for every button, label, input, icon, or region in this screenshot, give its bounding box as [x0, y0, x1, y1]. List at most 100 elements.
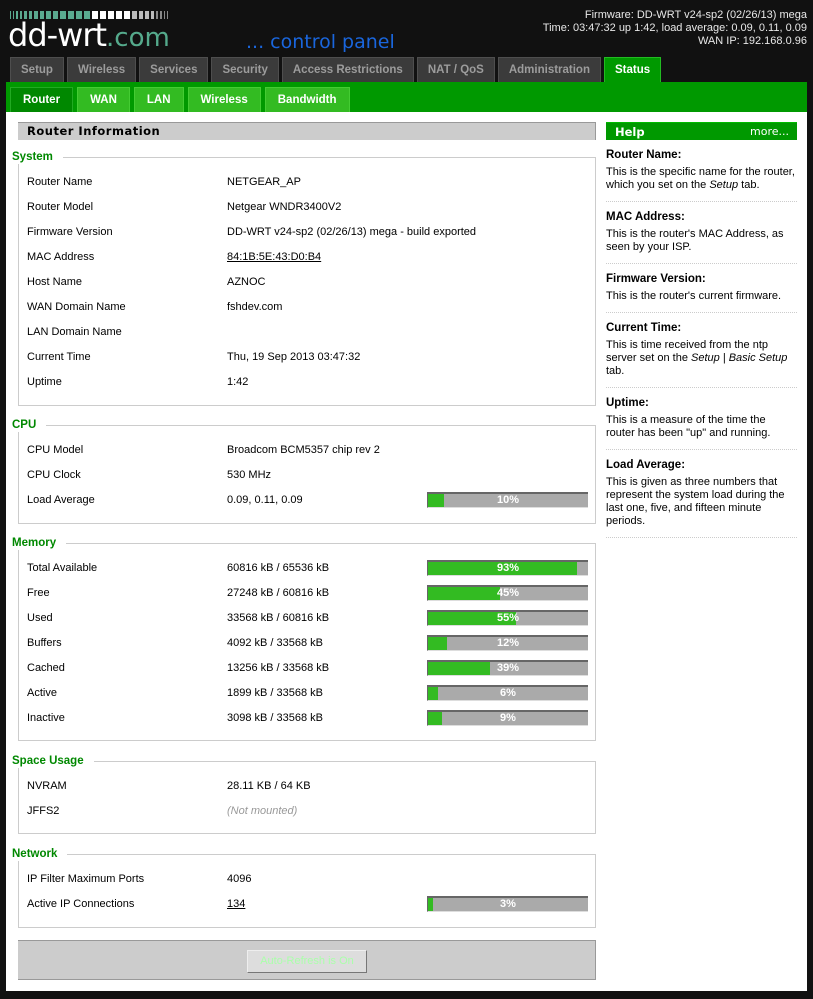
system-row: Router Name NETGEAR_AP [27, 175, 592, 189]
usage-bar: 93% [427, 560, 588, 576]
system-row-label: MAC Address [27, 251, 95, 263]
subtab-wireless[interactable]: Wireless [187, 87, 261, 112]
space-row-label: JFFS2 [27, 805, 60, 817]
usage-bar-percent: 9% [500, 712, 516, 724]
help-item-text: This is the router's MAC Address, as see… [606, 228, 797, 254]
memory-row-label: Buffers [27, 637, 62, 649]
network-row-label: Active IP Connections [27, 898, 135, 910]
help-item-text: This is the specific name for the router… [606, 166, 797, 192]
help-item-title: Load Average: [606, 459, 686, 471]
usage-bar: 10% [427, 492, 588, 508]
memory-row-label: Used [27, 612, 53, 624]
tab-security[interactable]: Security [211, 57, 279, 82]
help-header: Help more... [606, 122, 797, 140]
help-item-text: This is time received from the ntp serve… [606, 339, 797, 378]
help-item-title: Current Time: [606, 322, 682, 334]
help-item: MAC Address: This is the router's MAC Add… [606, 202, 797, 264]
system-row: Host Name AZNOC [27, 275, 592, 289]
cpu-row-label: CPU Model [27, 444, 84, 456]
system-row: Current Time Thu, 19 Sep 2013 03:47:32 [27, 350, 592, 364]
system-row-label: WAN Domain Name [27, 301, 126, 313]
system-row-value[interactable]: 84:1B:5E:43:D0:B4 [227, 250, 321, 264]
system-row-value: DD-WRT v24-sp2 (02/26/13) mega - build e… [227, 226, 477, 238]
auto-refresh-button[interactable]: Auto-Refresh is On [247, 950, 367, 973]
memory-row-label: Active [27, 687, 57, 699]
memory-row: Active 1899 kB / 33568 kB 6% [27, 685, 592, 701]
usage-bar: 3% [427, 896, 588, 912]
page-title: Router Information [18, 122, 596, 140]
network-section: Network IP Filter Maximum Ports 4096 Activ… [12, 847, 596, 928]
system-row-value: AZNOC [227, 276, 266, 288]
system-row-label: Host Name [27, 276, 83, 288]
tab-services[interactable]: Services [139, 57, 209, 82]
usage-bar: 9% [427, 710, 588, 726]
tab-setup[interactable]: Setup [10, 57, 64, 82]
tab-status[interactable]: Status [603, 57, 662, 82]
space-row-value: (Not mounted) [227, 805, 298, 817]
wan-ip-info: WAN IP: 192.168.0.96 [697, 35, 807, 47]
logo-main: dd-wrt [8, 16, 107, 54]
usage-bar: 55% [427, 610, 588, 626]
system-row-label: Firmware Version [27, 226, 113, 238]
memory-row-value: 60816 kB / 65536 kB [227, 562, 330, 574]
system-row: MAC Address 84:1B:5E:43:D0:B4 [27, 250, 592, 264]
system-row-label: Current Time [27, 351, 91, 363]
help-item-title: Router Name: [606, 149, 682, 161]
help-text: This is the router's current firmware. [606, 290, 782, 302]
help-item-text: This is a measure of the time the router… [606, 414, 797, 440]
help-item: Current Time: This is time received from … [606, 313, 797, 388]
usage-bar-percent: 12% [496, 637, 520, 649]
system-row-value: NETGEAR_AP [227, 176, 301, 188]
tab-administration[interactable]: Administration [497, 57, 601, 82]
content-area: Router Information System Router Name NET… [6, 112, 807, 991]
usage-bar: 39% [427, 660, 588, 676]
system-row: WAN Domain Name fshdev.com [27, 300, 592, 314]
usage-bar: 6% [427, 685, 588, 701]
help-item: Load Average: This is given as three numb… [606, 450, 797, 538]
system-row-value: Netgear WNDR3400V2 [227, 201, 342, 213]
help-text-emphasis: Setup [709, 179, 739, 191]
refresh-panel: Auto-Refresh is On [18, 940, 596, 980]
memory-row-label: Total Available [27, 562, 98, 574]
subtab-lan[interactable]: LAN [133, 87, 184, 112]
tab-wireless[interactable]: Wireless [66, 57, 137, 82]
help-item-title: Uptime: [606, 397, 649, 409]
cpu-row-value: 530 MHz [227, 469, 272, 481]
memory-row-label: Inactive [27, 712, 65, 724]
memory-row-value: 33568 kB / 60816 kB [227, 612, 330, 624]
help-more-link[interactable]: more... [750, 123, 789, 140]
logo-subtitle: ... control panel [246, 31, 395, 53]
logo-suffix: .com [106, 23, 170, 53]
system-legend: System [12, 150, 63, 164]
help-text: This is a measure of the time the router… [606, 414, 771, 439]
subtab-bandwidth[interactable]: Bandwidth [264, 87, 350, 112]
space-row: NVRAM 28.11 KB / 64 KB [27, 779, 592, 793]
memory-row: Cached 13256 kB / 33568 kB 39% [27, 660, 592, 676]
subtab-router[interactable]: Router [10, 87, 74, 112]
system-row-label: Uptime [27, 376, 62, 388]
help-text: tab. [606, 365, 625, 377]
tab-access-restrictions[interactable]: Access Restrictions [281, 57, 414, 82]
help-text: This is given as three numbers that repr… [606, 476, 785, 527]
subtab-wan[interactable]: WAN [77, 87, 130, 112]
memory-row-label: Free [27, 587, 50, 599]
cpu-row-label: Load Average [27, 494, 95, 506]
network-row: IP Filter Maximum Ports 4096 [27, 872, 592, 886]
space-usage-section: Space Usage NVRAM 28.11 KB / 64 KB JFFS2 (N… [12, 754, 596, 834]
memory-row: Buffers 4092 kB / 33568 kB 12% [27, 635, 592, 651]
memory-row: Free 27248 kB / 60816 kB 45% [27, 585, 592, 601]
logo: dd-wrt.com [8, 17, 170, 56]
header-info: Firmware: DD-WRT v24-sp2 (02/26/13) mega… [543, 9, 807, 48]
help-text-emphasis: Setup | Basic Setup [691, 352, 788, 364]
usage-bar: 12% [427, 635, 588, 651]
system-row-value: Thu, 19 Sep 2013 03:47:32 [227, 351, 361, 363]
help-title: Help [615, 125, 645, 139]
cpu-row-value: 0.09, 0.11, 0.09 [227, 494, 303, 506]
network-row: Active IP Connections 134 3% [27, 896, 592, 912]
cpu-row-label: CPU Clock [27, 469, 81, 481]
space-usage-legend: Space Usage [12, 754, 94, 768]
cpu-section: CPU CPU Model Broadcom BCM5357 chip rev 2… [12, 418, 596, 524]
usage-bar-percent: 3% [500, 898, 516, 910]
tab-nat-qos[interactable]: NAT / QoS [416, 57, 495, 82]
network-row-value[interactable]: 134 [227, 897, 245, 911]
